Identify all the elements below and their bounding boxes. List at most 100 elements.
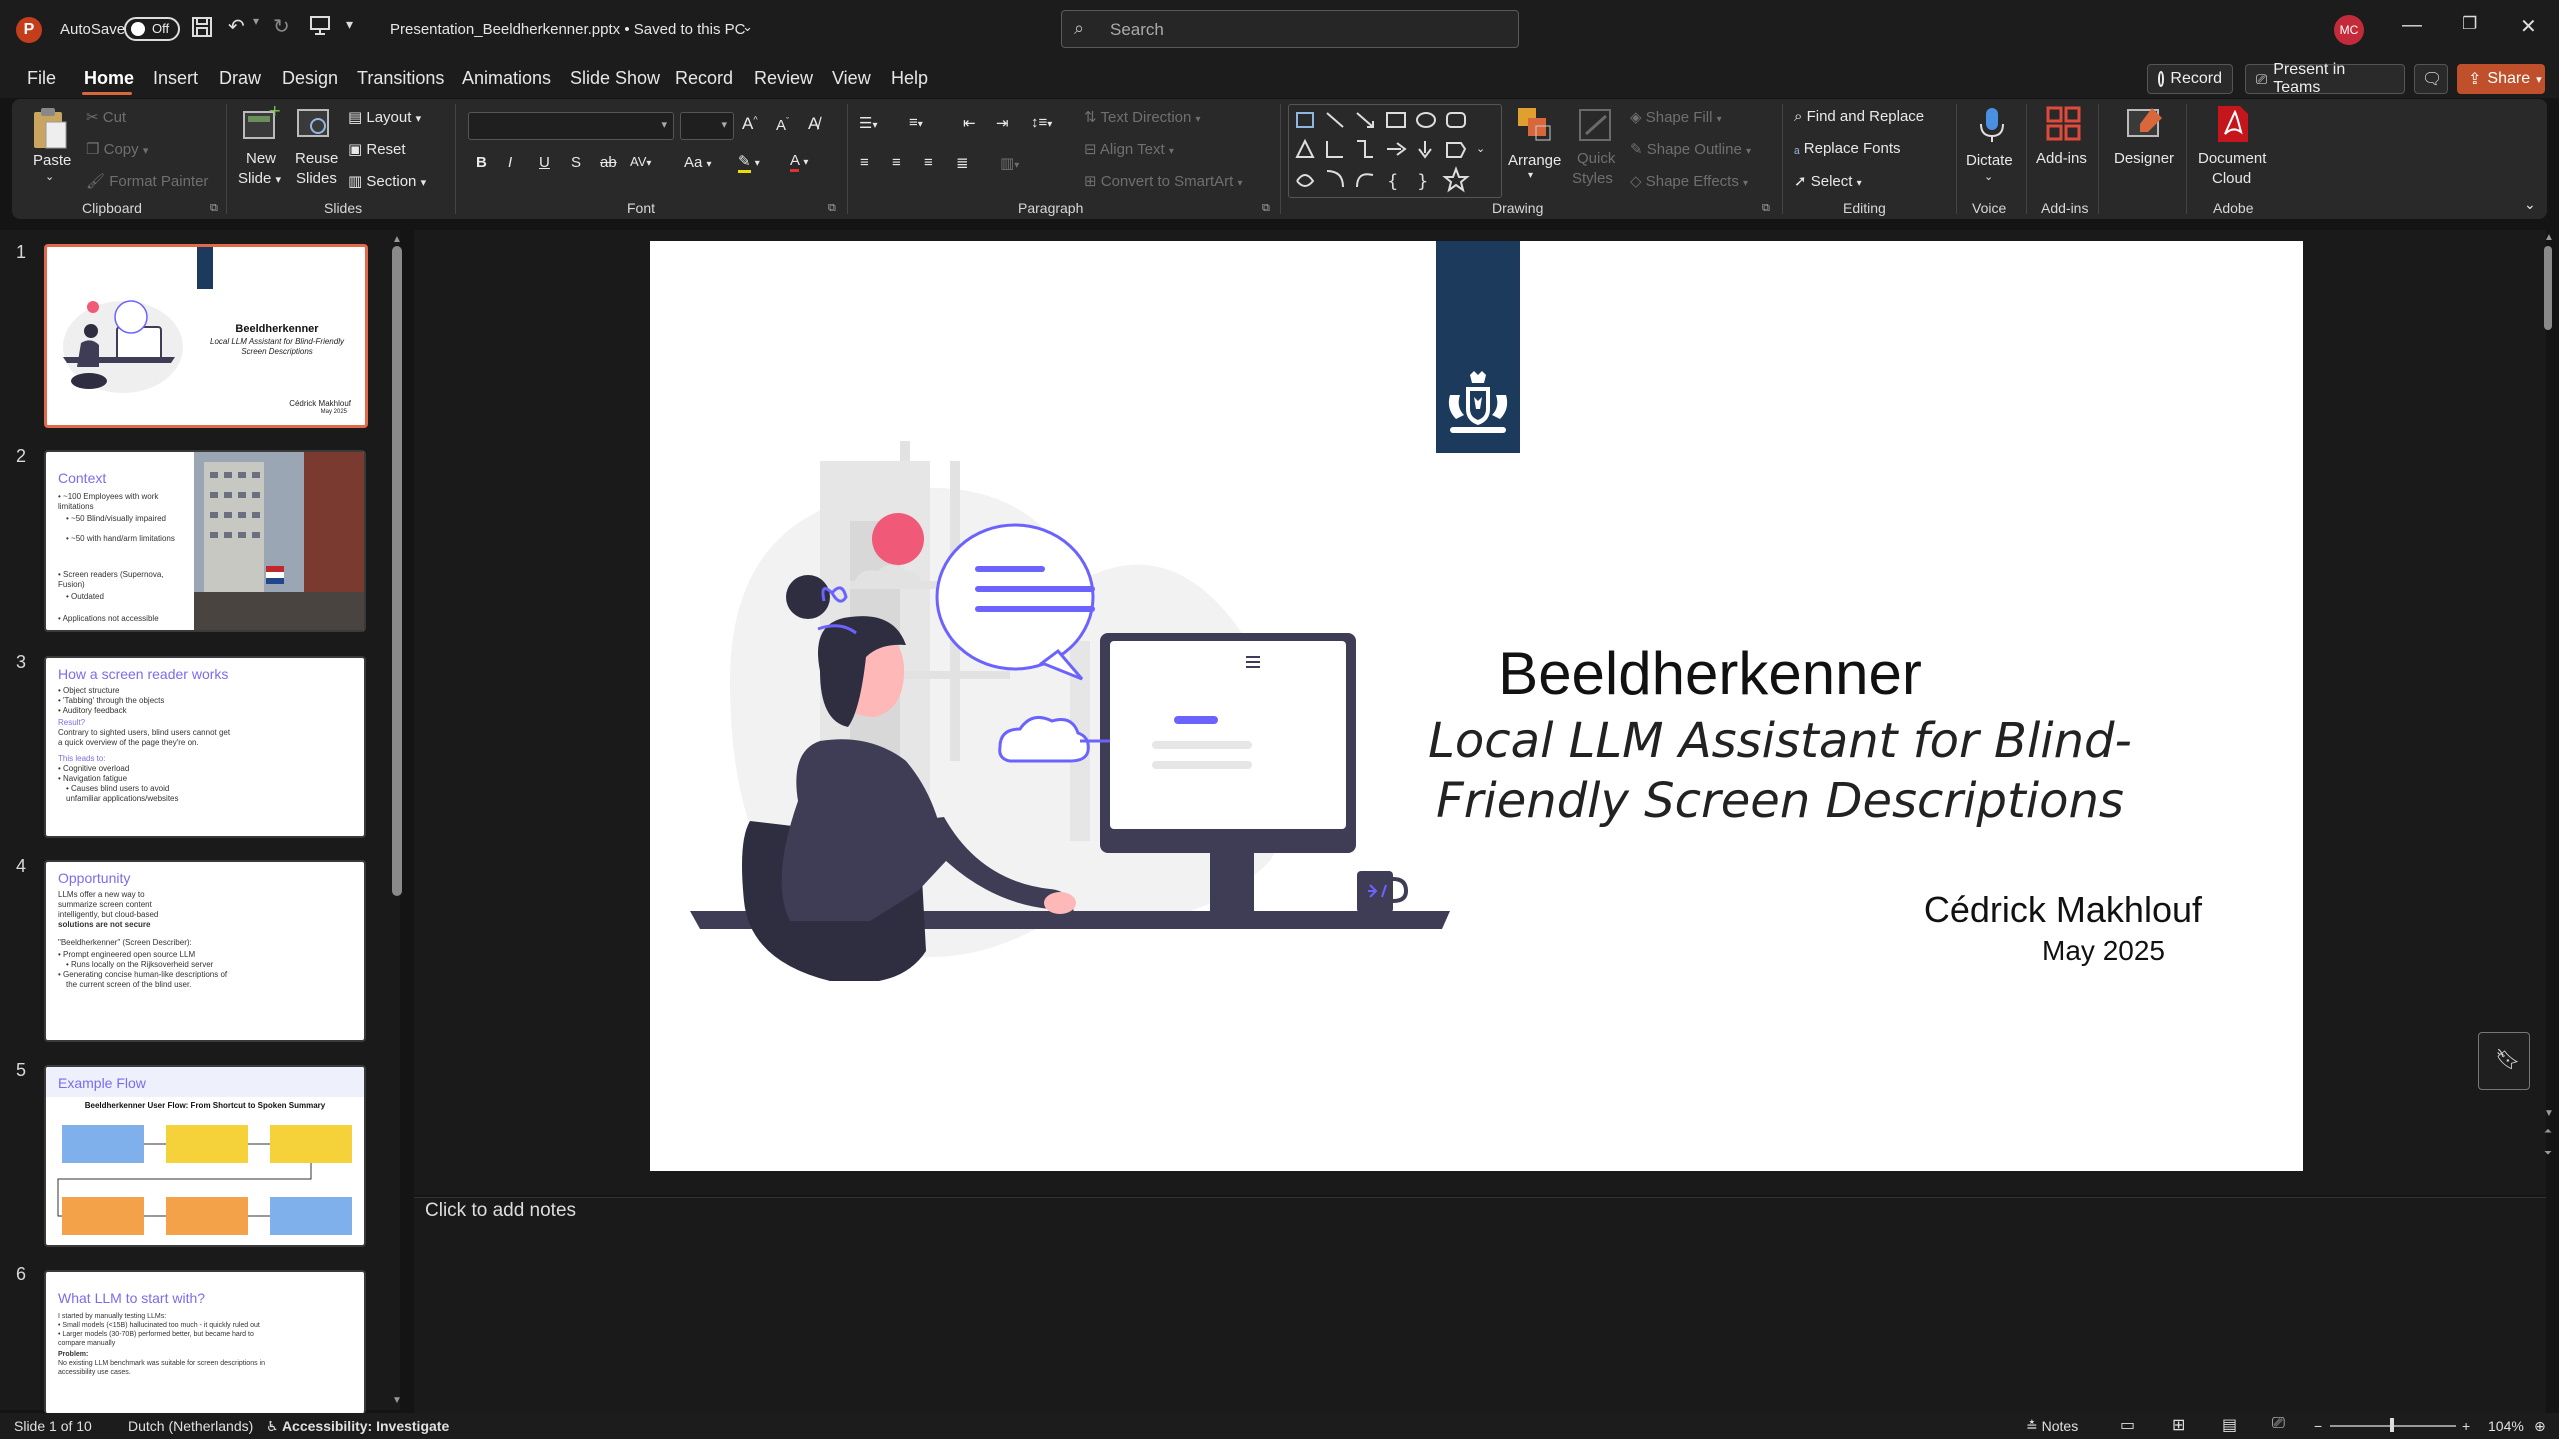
new-slide-label-1[interactable]: New [246, 150, 276, 167]
comments-button[interactable]: 🗨 [2414, 64, 2448, 94]
side-pane-bookmark-button[interactable]: 🔖︎ [2478, 1032, 2530, 1090]
share-button[interactable]: ⇪ Share ▾ [2457, 64, 2545, 94]
format-painter-button[interactable]: 🖌 Format Painter [86, 172, 208, 190]
new-slide-icon[interactable]: + [242, 101, 281, 147]
convert-smartart-button[interactable]: ⊞ Convert to SmartArt ▾ [1084, 172, 1243, 190]
tab-animations[interactable]: Animations [462, 68, 551, 89]
align-left-icon[interactable]: ≡ [860, 154, 869, 171]
columns-button[interactable]: ▥▾ [1000, 154, 1019, 172]
bold-button[interactable]: B [476, 154, 487, 171]
slide-author[interactable]: Cédrick Makhlouf [1750, 889, 2202, 931]
select-button[interactable]: ➚ Select ▾ [1794, 172, 1862, 190]
thumbs-scroll-up-icon[interactable]: ▲ [392, 234, 402, 245]
section-button[interactable]: ▥ Section ▾ [348, 172, 426, 190]
previous-slide-icon[interactable]: ⏶ [2544, 1126, 2552, 1137]
reading-view-icon[interactable]: ▤ [2222, 1415, 2237, 1435]
document-title[interactable]: Presentation_Beeldherkenner.pptx • Saved… [390, 21, 745, 38]
zoom-out-icon[interactable]: − [2314, 1418, 2322, 1434]
text-shadow-button[interactable]: S [571, 154, 581, 171]
tab-insert[interactable]: Insert [153, 68, 198, 89]
numbering-button[interactable]: ≡▾ [909, 114, 923, 131]
shape-outline-button[interactable]: ✎ Shape Outline ▾ [1630, 140, 1751, 158]
editor-scroll-down-icon[interactable]: ▼ [2544, 1108, 2554, 1119]
align-right-icon[interactable]: ≡ [924, 154, 933, 171]
align-text-button[interactable]: ⊟ Align Text ▾ [1084, 140, 1174, 158]
add-ins-button[interactable]: Add-ins [2036, 150, 2087, 167]
thumbs-scrollbar[interactable] [392, 246, 402, 896]
save-icon[interactable] [191, 16, 213, 44]
find-and-replace-button[interactable]: ⌕ Find and Replace [1794, 108, 1924, 125]
document-cloud-label-1[interactable]: Document [2198, 150, 2266, 167]
drawing-launcher-icon[interactable]: ⧉ [1762, 202, 1770, 215]
shapes-gallery[interactable]: { } [1288, 104, 1502, 198]
replace-fonts-button[interactable]: ₐ Replace Fonts [1794, 140, 1900, 157]
clipboard-launcher-icon[interactable]: ⧉ [210, 202, 218, 215]
tab-transitions[interactable]: Transitions [357, 68, 444, 89]
normal-view-icon[interactable]: ▭ [2120, 1415, 2135, 1435]
slide-show-icon[interactable]: ⎚ [2272, 1415, 2285, 1433]
designer-button[interactable]: Designer [2114, 150, 2174, 167]
record-button[interactable]: Record [2147, 64, 2233, 94]
new-slide-button[interactable]: Slide ▾ [238, 170, 281, 187]
justify-icon[interactable]: ≣ [956, 154, 969, 172]
slide-title[interactable]: Beeldherkenner [1330, 639, 2090, 708]
redo-icon[interactable]: ↻ [273, 14, 290, 39]
decrease-font-size-icon[interactable]: Aˇ [776, 116, 789, 134]
character-spacing-button[interactable]: AV▾ [630, 154, 651, 169]
tab-review[interactable]: Review [754, 68, 813, 89]
undo-icon[interactable]: ↶ [228, 14, 245, 39]
present-in-teams-button[interactable]: ⎚ Present in Teams [2245, 61, 2405, 96]
align-center-icon[interactable]: ≡ [892, 154, 901, 171]
close-icon[interactable]: ✕ [2520, 14, 2537, 39]
bullets-button[interactable]: ☰▾ [859, 114, 877, 132]
tab-draw[interactable]: Draw [219, 68, 261, 89]
user-avatar[interactable]: MC [2334, 15, 2364, 45]
quick-styles-icon[interactable] [1578, 106, 1614, 149]
text-direction-button[interactable]: ⇅ Text Direction ▾ [1084, 108, 1201, 126]
paste-icon[interactable] [30, 106, 70, 157]
reuse-slides-label-1[interactable]: Reuse [295, 150, 338, 167]
strikethrough-button[interactable]: ab [600, 154, 617, 171]
tab-help[interactable]: Help [891, 68, 928, 89]
document-cloud-label-2[interactable]: Cloud [2212, 170, 2251, 187]
copy-button[interactable]: ❐ Copy ▾ [86, 140, 148, 158]
fit-to-window-icon[interactable]: ⊕ [2534, 1418, 2546, 1435]
reset-button[interactable]: ▣ Reset [348, 140, 406, 158]
reuse-slides-label-2[interactable]: Slides [296, 170, 337, 187]
reuse-slides-icon[interactable] [296, 106, 334, 147]
thumbs-scroll-down-icon[interactable]: ▼ [392, 1395, 402, 1406]
dictate-button[interactable]: Dictate [1966, 152, 2013, 169]
tab-home[interactable]: Home [84, 68, 134, 89]
title-chevron-down-icon[interactable]: ⌄ [742, 19, 753, 35]
shapes-more-icon[interactable]: ⌄ [1476, 142, 1485, 155]
notes-pane[interactable] [414, 1197, 2546, 1413]
font-color-button[interactable]: A ▾ [790, 152, 808, 172]
slide-thumbnail-5[interactable]: Example Flow Beeldherkenner User Flow: F… [44, 1065, 366, 1247]
font-size-combo[interactable]: ▾ [680, 112, 734, 140]
increase-font-size-icon[interactable]: A^ [742, 114, 758, 134]
tab-record[interactable]: Record [675, 68, 733, 89]
zoom-in-icon[interactable]: + [2462, 1418, 2470, 1434]
editor-scrollbar[interactable] [2544, 246, 2552, 330]
tab-design[interactable]: Design [282, 68, 338, 89]
quick-styles-label-2[interactable]: Styles [1572, 170, 1613, 187]
customize-qat-icon[interactable]: ▾ [346, 16, 353, 33]
font-launcher-icon[interactable]: ⧉ [828, 202, 836, 215]
minimize-icon[interactable]: — [2402, 14, 2422, 37]
quick-styles-label-1[interactable]: Quick [1577, 150, 1615, 167]
slide-thumbnail-2[interactable]: Context • ~100 Employees with work limit… [44, 450, 366, 632]
underline-button[interactable]: U [539, 154, 550, 171]
add-ins-icon[interactable] [2046, 106, 2082, 147]
clear-formatting-icon[interactable]: A̸ [808, 114, 819, 134]
next-slide-icon[interactable]: ⏷ [2544, 1148, 2552, 1159]
search-input[interactable]: Search [1110, 20, 1164, 40]
editor-scroll-up-icon[interactable]: ▲ [2544, 232, 2554, 243]
slide-canvas[interactable]: Beeldherkenner Local LLM Assistant for B… [650, 241, 2303, 1171]
designer-icon[interactable] [2126, 106, 2164, 147]
arrange-icon[interactable] [1516, 106, 1552, 149]
notes-placeholder[interactable]: Click to add notes [425, 1200, 576, 1222]
slide-sorter-icon[interactable]: ⊞ [2172, 1415, 2185, 1435]
layout-button[interactable]: ▤ Layout ▾ [348, 108, 421, 126]
slide-date[interactable]: May 2025 [1750, 935, 2165, 967]
shape-fill-button[interactable]: ◈ Shape Fill ▾ [1630, 108, 1722, 126]
